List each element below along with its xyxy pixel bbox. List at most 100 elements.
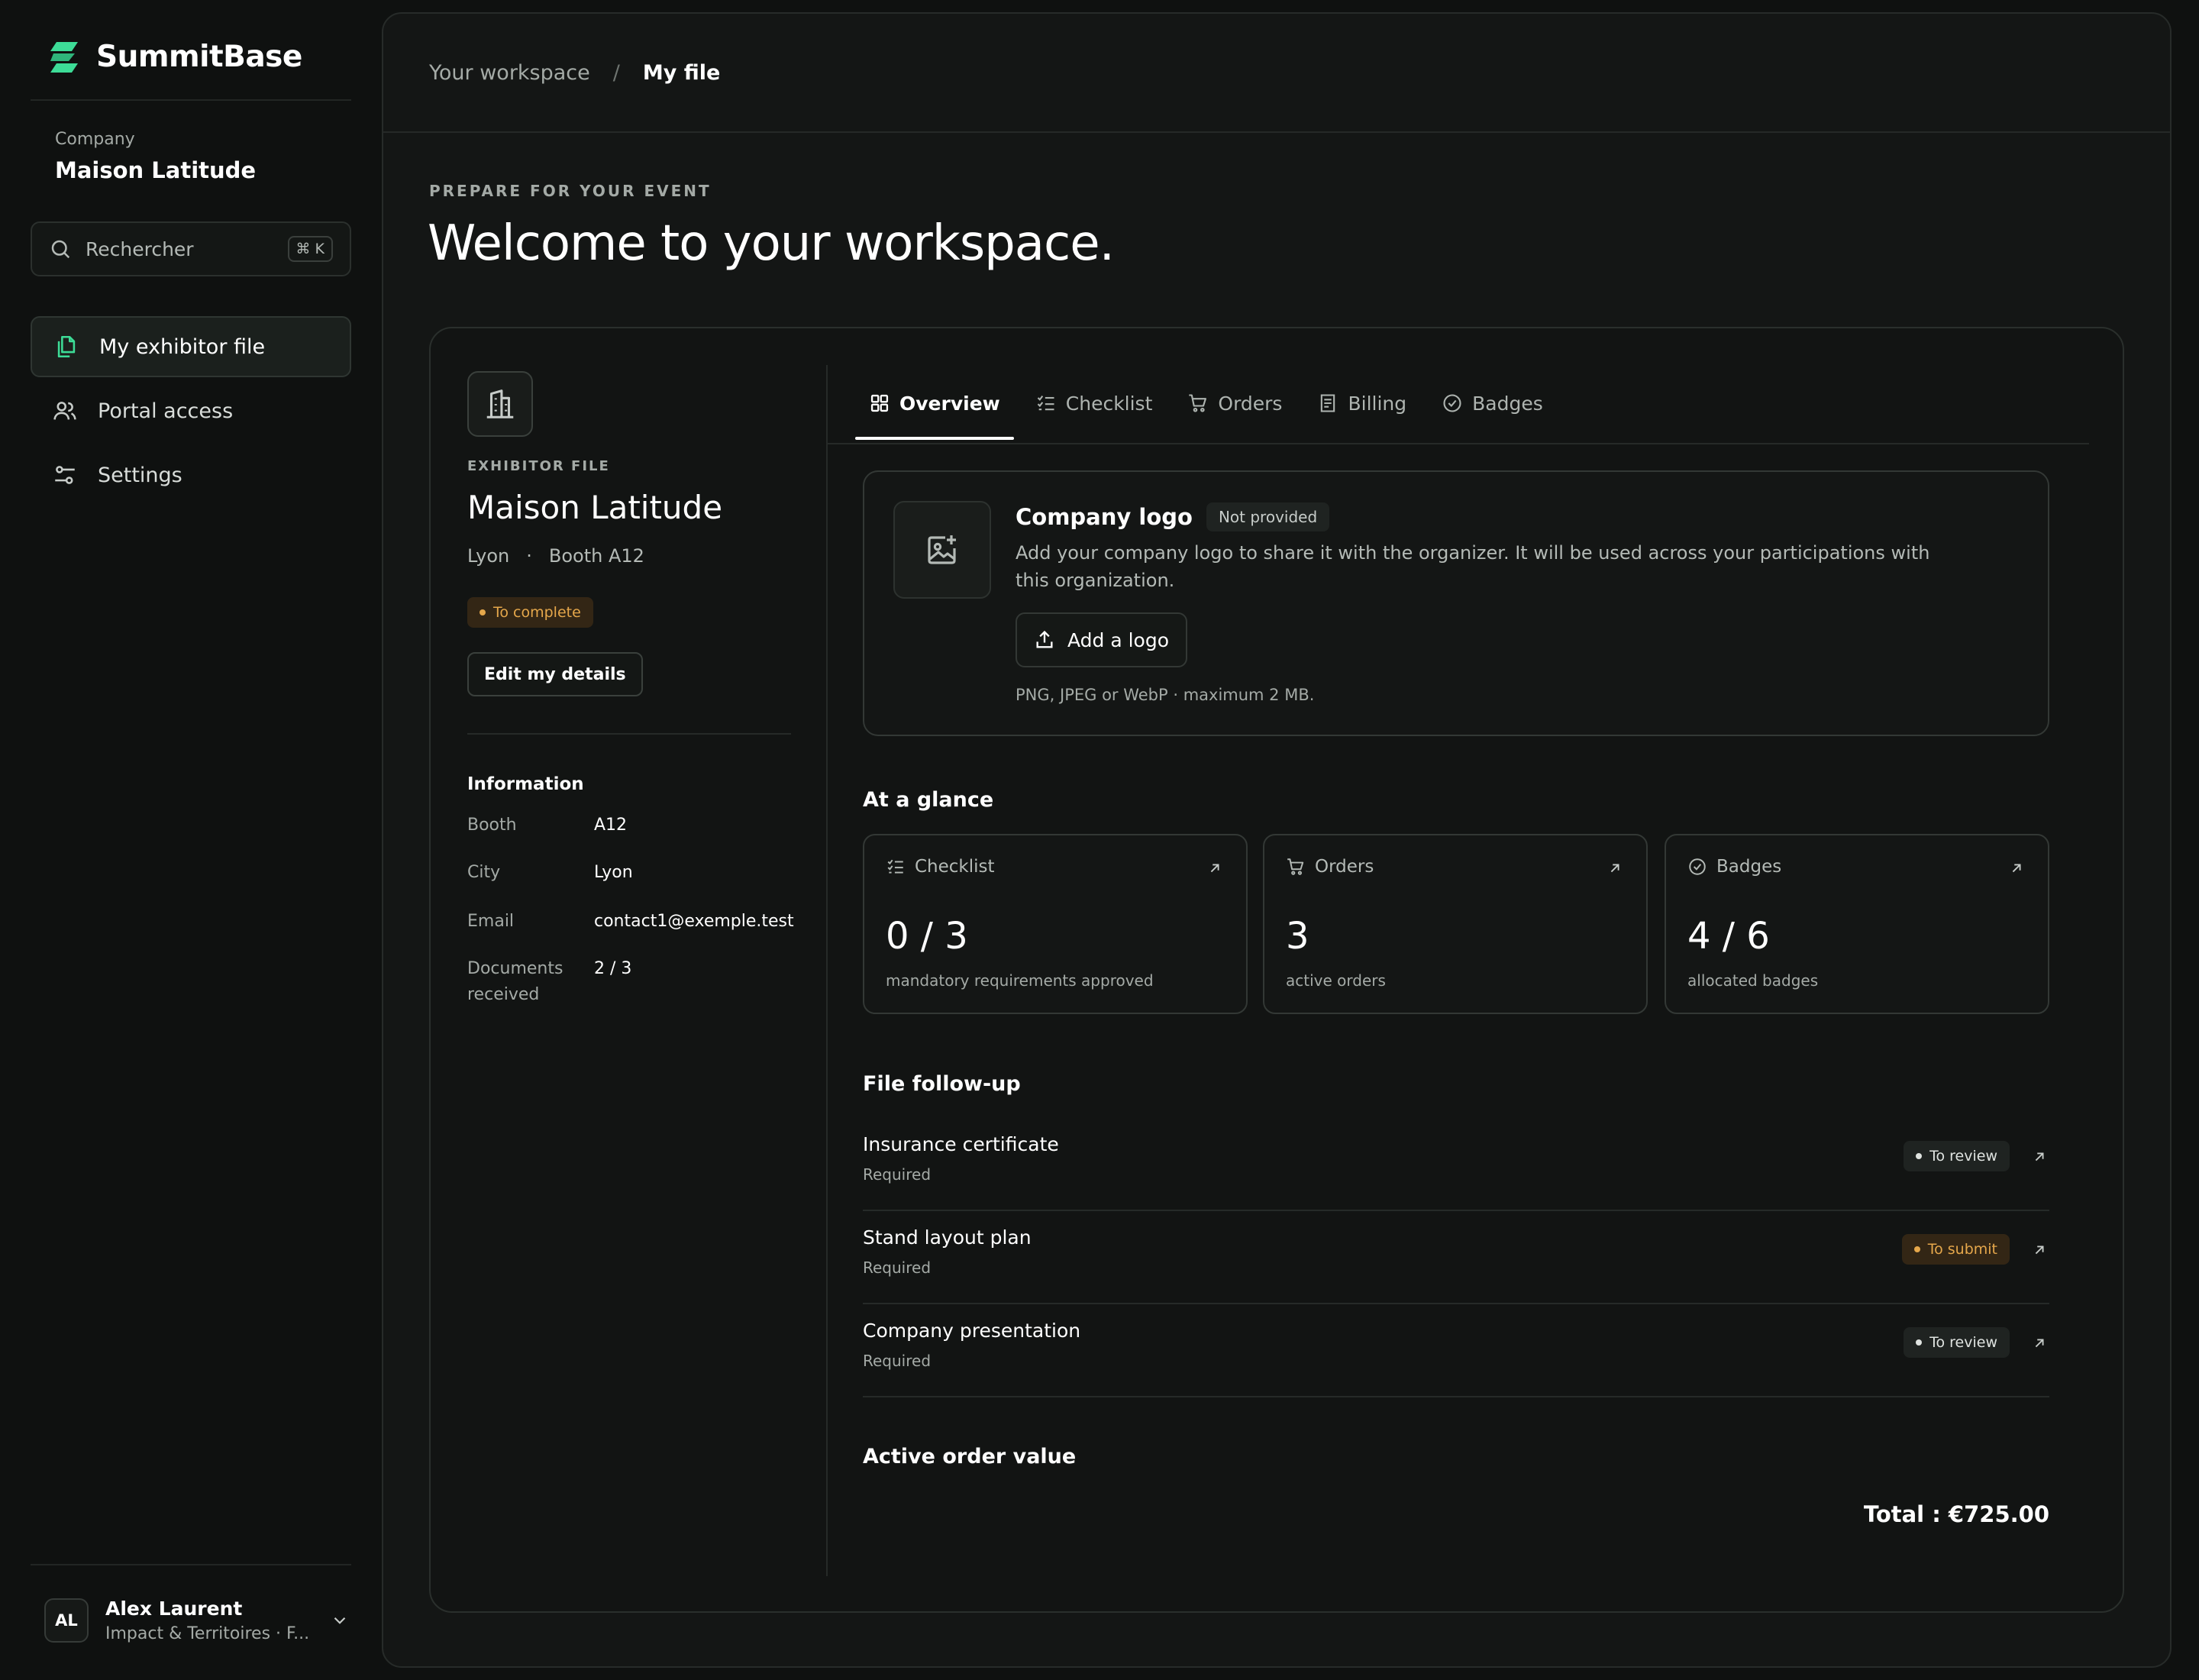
- tab-label: Checklist: [1065, 392, 1153, 415]
- tab-label: Badges: [1472, 392, 1543, 415]
- checklist-icon: [887, 859, 903, 874]
- checklist-stat-card[interactable]: Checklist 0 / 3 mandatory requirements a…: [863, 834, 1248, 1014]
- avatar: AL: [44, 1598, 89, 1643]
- info-row-documents: Documents received 2 / 3: [467, 956, 631, 1008]
- file-followup-heading: File follow-up: [863, 1072, 1021, 1096]
- active-order-value-heading: Active order value: [863, 1445, 1077, 1468]
- status-badge: To complete: [467, 597, 593, 628]
- sidebar-item-label: My exhibitor file: [99, 334, 266, 359]
- info-key: Booth: [467, 816, 517, 835]
- sliders-icon: [55, 466, 75, 484]
- arrow-up-right-icon[interactable]: [1606, 860, 1623, 877]
- exhibitor-card: EXHIBITOR FILE Maison Latitude Lyon · Bo…: [429, 327, 2124, 1613]
- tab-bar: Overview Checklist Orders Billing Badges: [855, 367, 1564, 440]
- info-key: Email: [467, 912, 515, 931]
- orders-stat-card[interactable]: Orders 3 active orders: [1263, 834, 1648, 1014]
- app-logo[interactable]: SummitBase: [49, 40, 302, 74]
- sidebar-item-portal-access[interactable]: Portal access: [31, 380, 351, 441]
- search-input[interactable]: Rechercher: [86, 238, 288, 260]
- tab-billing[interactable]: Billing: [1303, 367, 1420, 440]
- breadcrumb-current: My file: [642, 60, 721, 85]
- sidebar-item-settings[interactable]: Settings: [31, 444, 351, 506]
- company-logo-description: Add your company logo to share it with t…: [1016, 542, 1930, 591]
- status-dot: [1916, 1339, 1923, 1346]
- exhibitor-booth: Booth A12: [548, 545, 644, 567]
- tab-checklist[interactable]: Checklist: [1022, 367, 1167, 440]
- receipt-icon: [1321, 394, 1335, 412]
- status-badge: To review: [1904, 1327, 2010, 1358]
- stat-caption: active orders: [1286, 971, 1386, 990]
- chevron-down-icon[interactable]: [330, 1611, 350, 1630]
- sidebar-footer-divider: [31, 1564, 351, 1565]
- add-logo-label: Add a logo: [1067, 628, 1170, 651]
- logo-status-badge: Not provided: [1206, 502, 1330, 531]
- arrow-up-right-icon[interactable]: [2031, 1335, 2048, 1352]
- status-dot: [1913, 1246, 1920, 1252]
- users-icon: [53, 402, 76, 420]
- stat-label: Badges: [1716, 857, 1782, 877]
- documents-icon: [57, 335, 76, 358]
- user-menu[interactable]: AL Alex Laurent Impact & Territoires · F…: [44, 1598, 350, 1643]
- breadcrumb: Your workspace / My file: [383, 14, 2170, 133]
- tab-overview[interactable]: Overview: [855, 367, 1014, 440]
- grid-icon: [870, 394, 889, 412]
- followup-subtitle: Required: [863, 1258, 932, 1277]
- company-label: Company: [55, 130, 135, 149]
- cart-icon: [1287, 858, 1304, 875]
- upload-icon: [1036, 630, 1053, 648]
- building-icon-box: [467, 371, 533, 437]
- image-add-icon: [928, 535, 956, 564]
- tab-orders[interactable]: Orders: [1174, 367, 1296, 440]
- status-badge-label: To complete: [493, 604, 581, 621]
- sidebar-divider: [31, 99, 351, 101]
- exhibitor-city: Lyon: [467, 545, 510, 567]
- status-badge: To submit: [1901, 1234, 2010, 1265]
- followup-title: Stand layout plan: [863, 1226, 1032, 1249]
- badges-stat-card[interactable]: Badges 4 / 6 allocated badges: [1665, 834, 2049, 1014]
- followup-title: Insurance certificate: [863, 1133, 1059, 1155]
- company-name: Maison Latitude: [55, 157, 257, 183]
- followup-row-presentation[interactable]: Company presentation Required To review: [863, 1304, 2049, 1397]
- panel-divider: [467, 733, 791, 735]
- logo-format-hint: PNG, JPEG or WebP · maximum 2 MB.: [1016, 686, 1315, 704]
- stat-caption: allocated badges: [1687, 971, 1819, 990]
- status-badge: To review: [1904, 1141, 2010, 1171]
- stat-value: 3: [1286, 915, 1309, 958]
- arrow-up-right-icon[interactable]: [2031, 1149, 2048, 1165]
- cart-icon: [1189, 394, 1207, 412]
- exhibitor-name: Maison Latitude: [467, 489, 723, 526]
- search-icon: [51, 240, 70, 259]
- arrow-up-right-icon[interactable]: [2031, 1242, 2048, 1258]
- summitbase-logo-icon: [50, 41, 78, 73]
- info-value: A12: [594, 816, 628, 835]
- status-badge-label: To review: [1929, 1148, 1997, 1165]
- exhibitor-location: Lyon · Booth A12: [467, 545, 644, 567]
- at-a-glance-heading: At a glance: [863, 788, 994, 812]
- status-dot: [480, 609, 486, 615]
- building-icon: [486, 389, 514, 418]
- arrow-up-right-icon[interactable]: [2008, 860, 2025, 877]
- breadcrumb-workspace[interactable]: Your workspace: [429, 61, 590, 85]
- edit-details-button[interactable]: Edit my details: [467, 652, 643, 696]
- info-value: 2 / 3: [594, 959, 632, 978]
- stat-label: Orders: [1315, 857, 1374, 877]
- tab-label: Billing: [1348, 392, 1407, 415]
- tab-label: Overview: [899, 392, 1000, 415]
- sidebar-item-my-exhibitor-file[interactable]: My exhibitor file: [31, 316, 351, 377]
- search-box[interactable]: Rechercher ⌘ K: [31, 221, 351, 276]
- sidebar-item-label: Portal access: [98, 399, 234, 423]
- info-value: contact1@exemple.test: [594, 912, 794, 931]
- followup-subtitle: Required: [863, 1165, 932, 1184]
- page-kicker: PREPARE FOR YOUR EVENT: [429, 182, 712, 200]
- order-total: Total : €725.00: [1863, 1501, 2049, 1527]
- followup-row-stand-plan[interactable]: Stand layout plan Required To submit: [863, 1211, 2049, 1304]
- followup-subtitle: Required: [863, 1352, 932, 1370]
- followup-row-insurance[interactable]: Insurance certificate Required To review: [863, 1118, 2049, 1211]
- user-organization: Impact & Territoires · F...: [105, 1624, 310, 1643]
- add-logo-button[interactable]: Add a logo: [1016, 612, 1188, 667]
- tab-badges[interactable]: Badges: [1428, 367, 1557, 440]
- info-key: City: [467, 863, 501, 882]
- main-panel: Your workspace / My file PREPARE FOR YOU…: [382, 12, 2172, 1668]
- arrow-up-right-icon[interactable]: [1206, 860, 1223, 877]
- status-badge-label: To review: [1929, 1334, 1997, 1351]
